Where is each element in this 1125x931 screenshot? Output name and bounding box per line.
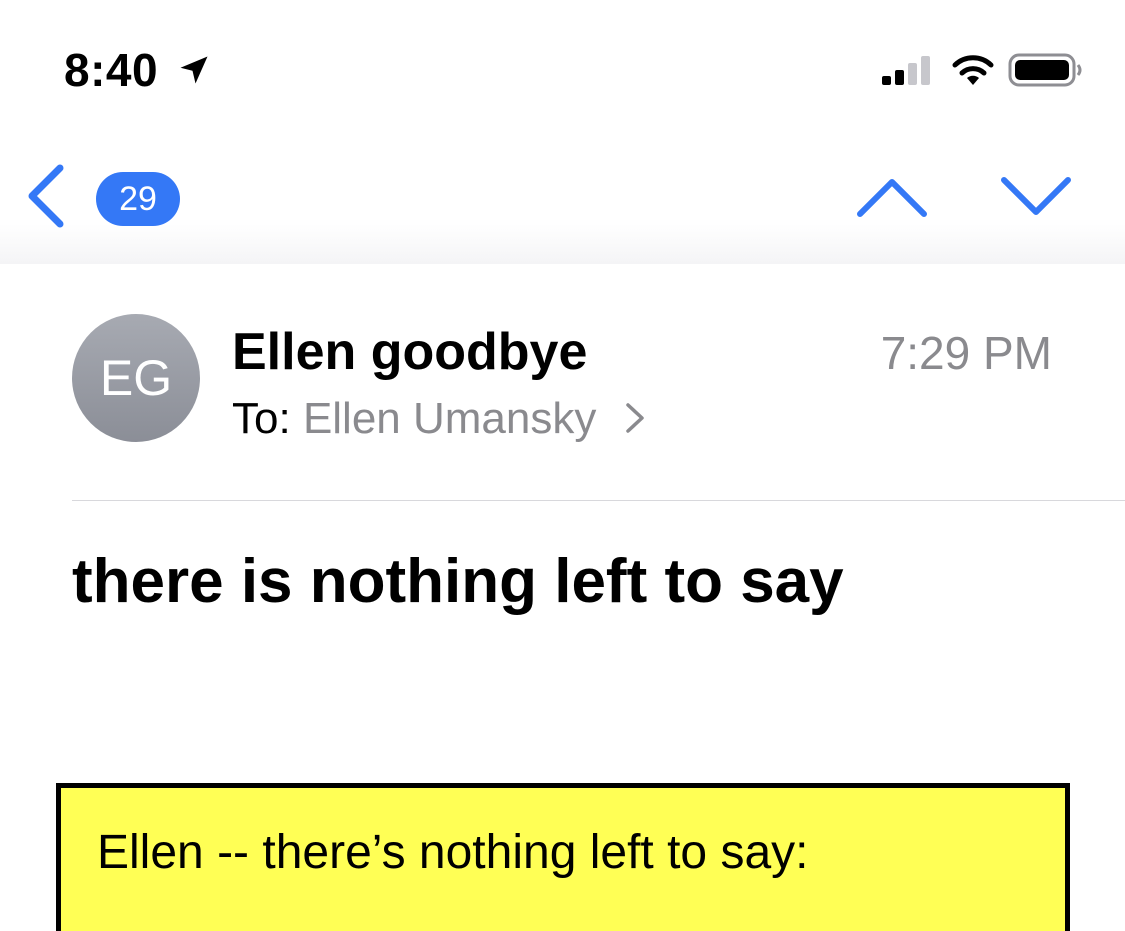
location-arrow-icon: [180, 56, 208, 84]
header-divider: [72, 500, 1125, 501]
recipient-name[interactable]: Ellen Umansky: [303, 394, 596, 443]
back-chevron-icon[interactable]: [22, 162, 72, 230]
status-time: 8:40: [64, 44, 159, 96]
message-subject: there is nothing left to say: [72, 547, 844, 616]
chevron-right-icon[interactable]: [623, 401, 647, 435]
sender-avatar[interactable]: EG: [72, 314, 200, 442]
recipient-line[interactable]: To: Ellen Umansky: [232, 392, 647, 446]
message-body-box: Ellen -- there’s nothing left to say:: [56, 783, 1070, 931]
previous-message-chevron-up-icon[interactable]: [852, 174, 932, 220]
next-message-chevron-down-icon[interactable]: [996, 174, 1076, 220]
message-body-text: Ellen -- there’s nothing left to say:: [97, 826, 809, 879]
received-time: 7:29 PM: [880, 327, 1052, 379]
to-label: To:: [232, 394, 291, 443]
mail-nav-bar: 29: [0, 130, 1125, 264]
sender-name[interactable]: Ellen goodbye: [232, 322, 587, 382]
unread-count-badge[interactable]: 29: [96, 172, 180, 226]
status-bar: 8:40: [0, 0, 1125, 130]
wifi-icon: [952, 55, 994, 85]
battery-icon: [1008, 53, 1082, 87]
cellular-signal-icon: [882, 56, 930, 85]
